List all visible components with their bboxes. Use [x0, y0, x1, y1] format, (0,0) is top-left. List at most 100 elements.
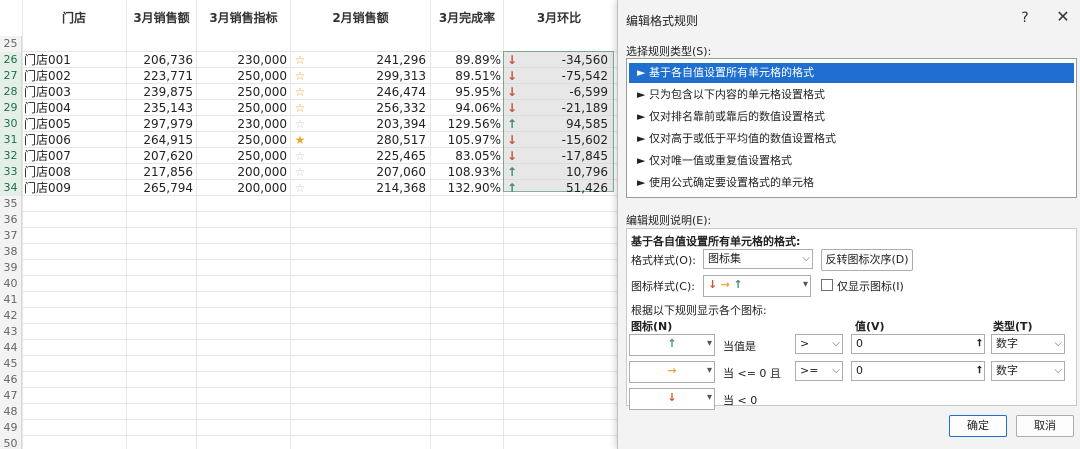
rule-type-list[interactable]: ► 基于各自值设置所有单元格的格式 ► 只为包含以下内容的单元格设置格式 ► 仅… — [626, 58, 1077, 198]
row-number[interactable]: 47 — [0, 388, 22, 404]
row-number[interactable]: 41 — [0, 292, 22, 308]
cell-mar-mom[interactable]: 51,426 — [520, 180, 610, 196]
row-number[interactable]: 49 — [0, 420, 22, 436]
cell-feb-sales[interactable]: 225,465 — [306, 148, 426, 164]
rule-value-input[interactable]: 0 ⭡ — [851, 334, 985, 354]
row-number[interactable]: 32 — [0, 148, 22, 164]
rule-type-item[interactable]: ► 仅对唯一值或重复值设置格式 — [629, 151, 1074, 171]
cell-mar-target[interactable]: 250,000 — [197, 132, 287, 148]
rule-type-item[interactable]: ► 使用公式确定要设置格式的单元格 — [629, 173, 1074, 193]
rule-type-select[interactable]: 数字 ⌵ — [991, 361, 1065, 381]
rule-type-item[interactable]: ► 只为包含以下内容的单元格设置格式 — [629, 85, 1074, 105]
rule-icon-select[interactable]: → ▾ — [629, 361, 715, 383]
cell-mar-mom[interactable]: -21,189 — [520, 100, 610, 116]
row-number[interactable]: 29 — [0, 100, 22, 116]
cell-mar-rate[interactable]: 132.90% — [431, 180, 501, 196]
cell-mar-mom[interactable]: -6,599 — [520, 84, 610, 100]
cell-mar-rate[interactable]: 105.97% — [431, 132, 501, 148]
row-number[interactable]: 31 — [0, 132, 22, 148]
cell-store[interactable]: 门店007 — [24, 148, 124, 164]
row-number[interactable]: 27 — [0, 68, 22, 84]
spreadsheet[interactable]: 25 26 27 28 29 30 31 32 33 34 35 36 37 38 39 40 41 42 43 44… — [0, 0, 620, 449]
cell-mar-rate[interactable]: 83.05% — [431, 148, 501, 164]
cell-store[interactable]: 门店003 — [24, 84, 124, 100]
header-mar-rate[interactable]: 3月完成率 — [431, 0, 503, 36]
rule-type-item[interactable]: ► 基于各自值设置所有单元格的格式 — [629, 63, 1074, 83]
cell-store[interactable]: 门店002 — [24, 68, 124, 84]
cell-mar-sales[interactable]: 206,736 — [127, 52, 193, 68]
cell-mar-mom[interactable]: -15,602 — [520, 132, 610, 148]
cancel-button[interactable]: 取消 — [1016, 415, 1074, 437]
row-number[interactable]: 34 — [0, 180, 22, 196]
ok-button[interactable]: 确定 — [949, 415, 1007, 437]
row-number[interactable]: 35 — [0, 196, 22, 212]
row-number[interactable]: 25 — [0, 36, 22, 52]
row-number[interactable]: 42 — [0, 308, 22, 324]
row-number[interactable]: 43 — [0, 324, 22, 340]
cell-mar-sales[interactable]: 207,620 — [127, 148, 193, 164]
row-number[interactable]: 37 — [0, 228, 22, 244]
cell-store[interactable]: 门店008 — [24, 164, 124, 180]
cell-feb-sales[interactable]: 256,332 — [306, 100, 426, 116]
cell-feb-sales[interactable]: 299,313 — [306, 68, 426, 84]
cell-store[interactable]: 门店005 — [24, 116, 124, 132]
reverse-icon-order-button[interactable]: 反转图标次序(D) — [821, 249, 913, 271]
rule-type-item[interactable]: ► 仅对排名靠前或靠后的数值设置格式 — [629, 107, 1074, 127]
cell-feb-sales[interactable]: 203,394 — [306, 116, 426, 132]
range-picker-icon[interactable]: ⭡ — [977, 335, 982, 353]
cell-store[interactable]: 门店004 — [24, 100, 124, 116]
range-picker-icon[interactable]: ⭡ — [977, 362, 982, 380]
close-icon[interactable]: ✕ — [1054, 7, 1072, 26]
header-mar-target[interactable]: 3月销售指标 — [197, 0, 290, 36]
row-number[interactable]: 50 — [0, 436, 22, 449]
format-style-select[interactable]: 图标集 ⌵ — [703, 249, 813, 269]
cell-mar-rate[interactable]: 89.51% — [431, 68, 501, 84]
cell-feb-sales[interactable]: 280,517 — [306, 132, 426, 148]
cell-mar-target[interactable]: 250,000 — [197, 100, 287, 116]
cell-mar-target[interactable]: 250,000 — [197, 84, 287, 100]
rule-icon-select[interactable]: ↑ ▾ — [629, 334, 715, 356]
cell-mar-mom[interactable]: -34,560 — [520, 52, 610, 68]
cell-mar-target[interactable]: 230,000 — [197, 52, 287, 68]
rule-icon-select[interactable]: ↓ ▾ — [629, 388, 715, 410]
rule-operator-select[interactable]: > ⌵ — [795, 334, 843, 354]
cell-store[interactable]: 门店009 — [24, 180, 124, 196]
row-number[interactable]: 30 — [0, 116, 22, 132]
row-number[interactable]: 33 — [0, 164, 22, 180]
rule-type-item[interactable]: ► 仅对高于或低于平均值的数值设置格式 — [629, 129, 1074, 149]
cell-store[interactable]: 门店001 — [24, 52, 124, 68]
rule-type-select[interactable]: 数字 ⌵ — [991, 334, 1065, 354]
cell-mar-sales[interactable]: 264,915 — [127, 132, 193, 148]
cell-mar-target[interactable]: 200,000 — [197, 180, 287, 196]
cell-mar-rate[interactable]: 129.56% — [431, 116, 501, 132]
show-icon-only-checkbox[interactable] — [821, 279, 833, 291]
row-number[interactable]: 48 — [0, 404, 22, 420]
cell-mar-sales[interactable]: 265,794 — [127, 180, 193, 196]
row-number[interactable]: 39 — [0, 260, 22, 276]
cell-mar-target[interactable]: 250,000 — [197, 68, 287, 84]
cell-mar-rate[interactable]: 95.95% — [431, 84, 501, 100]
header-mar-mom[interactable]: 3月环比 — [504, 0, 614, 36]
cell-feb-sales[interactable]: 246,474 — [306, 84, 426, 100]
row-number[interactable]: 46 — [0, 372, 22, 388]
cell-mar-target[interactable]: 200,000 — [197, 164, 287, 180]
row-number[interactable]: 28 — [0, 84, 22, 100]
cell-mar-mom[interactable]: 94,585 — [520, 116, 610, 132]
cell-mar-mom[interactable]: -75,542 — [520, 68, 610, 84]
cell-mar-rate[interactable]: 89.89% — [431, 52, 501, 68]
row-number[interactable]: 44 — [0, 340, 22, 356]
header-store[interactable]: 门店 — [24, 0, 124, 36]
cell-mar-target[interactable]: 230,000 — [197, 116, 287, 132]
cell-mar-mom[interactable]: 10,796 — [520, 164, 610, 180]
cell-store[interactable]: 门店006 — [24, 132, 124, 148]
cell-mar-mom[interactable]: -17,845 — [520, 148, 610, 164]
header-feb-sales[interactable]: 2月销售额 — [291, 0, 430, 36]
cell-mar-target[interactable]: 250,000 — [197, 148, 287, 164]
cell-mar-rate[interactable]: 108.93% — [431, 164, 501, 180]
cell-feb-sales[interactable]: 207,060 — [306, 164, 426, 180]
cell-mar-sales[interactable]: 297,979 — [127, 116, 193, 132]
help-icon[interactable]: ? — [1018, 10, 1032, 26]
header-mar-sales[interactable]: 3月销售额 — [127, 0, 196, 36]
cell-mar-sales[interactable]: 235,143 — [127, 100, 193, 116]
cell-mar-sales[interactable]: 239,875 — [127, 84, 193, 100]
